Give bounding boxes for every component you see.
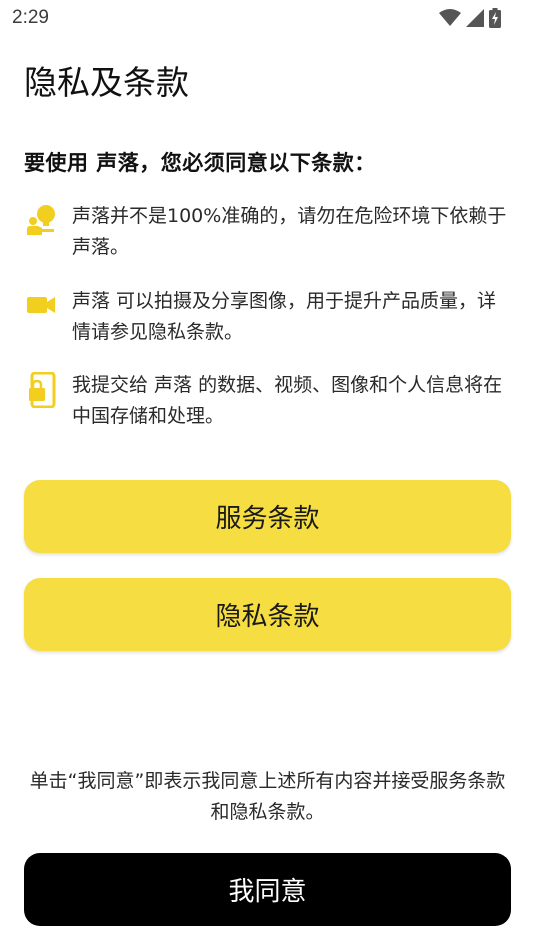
battery-charging-icon xyxy=(489,8,501,28)
person-bulb-icon xyxy=(24,203,58,241)
page-subtitle: 要使用 声落，您必须同意以下条款： xyxy=(24,151,376,175)
agree-button[interactable]: 我同意 xyxy=(24,853,511,926)
notice-item-accuracy: 声落并不是100%准确的，请勿在危险环境下依赖于声落。 xyxy=(24,201,514,263)
status-time: 2:29 xyxy=(12,7,49,28)
notice-text-data-storage: 我提交给 声落 的数据、视频、图像和个人信息将在中国存储和处理。 xyxy=(72,374,503,427)
terms-of-service-button[interactable]: 服务条款 xyxy=(24,480,511,553)
consent-text: 单击“我同意”即表示我同意上述所有内容并接受服务条款和隐私条款。 xyxy=(29,770,506,823)
wifi-icon xyxy=(439,9,461,27)
page-title: 隐私及条款 xyxy=(24,63,189,102)
status-bar: 2:29 xyxy=(0,0,535,36)
video-camera-icon xyxy=(24,288,58,326)
notice-text-accuracy: 声落并不是100%准确的，请勿在危险环境下依赖于声落。 xyxy=(72,205,507,258)
cellular-signal-icon xyxy=(466,9,484,27)
phone-lock-icon xyxy=(24,371,58,412)
notice-item-camera: 声落 可以拍摄及分享图像，用于提升产品质量，详情请参见隐私条款。 xyxy=(24,286,514,348)
privacy-terms-button[interactable]: 隐私条款 xyxy=(24,578,511,651)
notice-item-data-storage: 我提交给 声落 的数据、视频、图像和个人信息将在中国存储和处理。 xyxy=(24,370,514,432)
notice-text-camera: 声落 可以拍摄及分享图像，用于提升产品质量，详情请参见隐私条款。 xyxy=(72,290,497,343)
status-icons xyxy=(439,8,501,28)
screen: 2:29 隐私及条款 要使用 声落，您必须同意以下条款： 声落并不是100%准确… xyxy=(0,0,535,951)
